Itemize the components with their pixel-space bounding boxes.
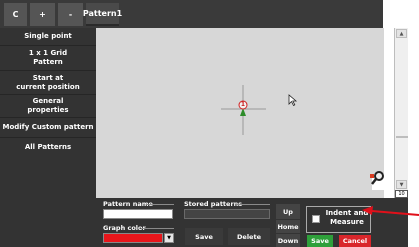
sidebar-item-general-properties[interactable]: General properties xyxy=(0,95,96,118)
down-button[interactable]: Down xyxy=(276,234,300,247)
sidebar-item-all-patterns[interactable]: All Patterns xyxy=(0,138,96,156)
sidebar: Single point 1 x 1 Grid Pattern Start at… xyxy=(0,28,96,247)
canvas-scrollbar[interactable]: ▲ ▼ 10 xyxy=(394,28,408,198)
sidebar-item-label: Modify Custom pattern xyxy=(2,123,94,131)
save-button[interactable]: Save xyxy=(307,235,333,247)
scroll-thumb-marker xyxy=(396,136,408,138)
sidebar-item-label: Single point xyxy=(24,32,72,40)
sidebar-item-modify-custom[interactable]: Modify Custom pattern xyxy=(0,118,96,138)
save-pattern-button[interactable]: Save xyxy=(185,228,223,245)
stored-patterns-list[interactable] xyxy=(184,209,270,219)
tab-pattern1[interactable]: Pattern1 xyxy=(83,3,122,26)
sidebar-item-label: All Patterns xyxy=(24,142,72,151)
graph-color-label: Graph color xyxy=(103,224,146,232)
stored-patterns-label: Stored patterns xyxy=(184,200,243,208)
graph-color-dropdown-icon[interactable]: ▼ xyxy=(164,233,174,243)
canvas-graphics xyxy=(221,85,384,190)
zoom-level: 10 xyxy=(395,190,408,198)
tab-remove[interactable]: - xyxy=(58,3,83,26)
sidebar-item-label: 1 x 1 Grid Pattern xyxy=(28,49,68,66)
sidebar-item-grid-pattern[interactable]: 1 x 1 Grid Pattern xyxy=(0,46,96,71)
sidebar-item-label: General properties xyxy=(27,97,69,114)
up-button[interactable]: Up xyxy=(276,204,300,219)
divider xyxy=(146,204,174,205)
tab-bar: C + - Pattern1 xyxy=(0,0,383,28)
cursor-icon xyxy=(288,94,298,107)
marker-number: 1 xyxy=(240,101,246,108)
scroll-down-icon[interactable]: ▼ xyxy=(396,180,407,189)
indent-measure-checkbox[interactable] xyxy=(312,215,320,223)
scroll-up-icon[interactable]: ▲ xyxy=(396,29,407,38)
divider xyxy=(236,204,270,205)
sidebar-item-single-point[interactable]: Single point xyxy=(0,28,96,46)
window-corner xyxy=(383,0,419,28)
sidebar-item-start-current[interactable]: Start at current position xyxy=(0,71,96,95)
graph-color-swatch[interactable] xyxy=(103,233,163,243)
pattern-name-input[interactable] xyxy=(103,209,173,219)
home-button[interactable]: Home xyxy=(276,220,300,233)
delete-pattern-button[interactable]: Delete xyxy=(228,228,270,245)
zoom-icon xyxy=(370,171,384,190)
annotation-arrow-icon xyxy=(362,206,419,216)
sidebar-item-label: Start at current position xyxy=(16,73,80,91)
pattern-canvas[interactable]: 1 xyxy=(96,28,384,198)
tab-add[interactable]: + xyxy=(30,3,55,26)
tab-c[interactable]: C xyxy=(4,3,27,26)
cancel-button[interactable]: Cancel xyxy=(339,235,371,247)
divider xyxy=(141,228,174,229)
